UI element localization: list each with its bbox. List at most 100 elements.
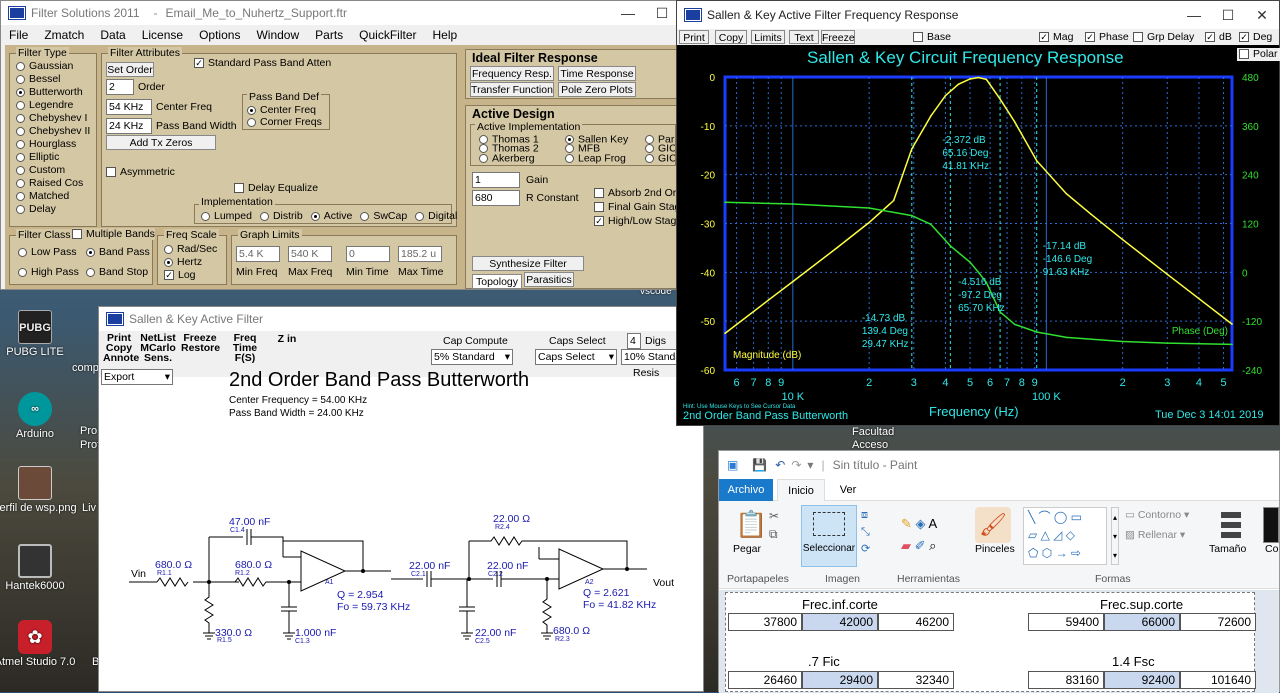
text-button[interactable]: Text	[789, 30, 819, 44]
mag-checkbox[interactable]: ✓ Mag	[1039, 31, 1073, 44]
phase-checkbox[interactable]: ✓ Phase	[1085, 31, 1129, 44]
synthesize-filter-button[interactable]: Synthesize Filter	[472, 256, 584, 271]
akerberg-radio[interactable]: Akerberg	[479, 153, 539, 163]
grp-delay-checkbox[interactable]: Grp Delay	[1133, 31, 1194, 44]
frequency-resp-button[interactable]: Frequency Resp.	[470, 66, 554, 81]
high-low-checkbox[interactable]: ✓ High/Low Stag	[594, 214, 676, 228]
set-order-button[interactable]: Set Order	[106, 62, 154, 77]
filter-type-option[interactable]: Legendre	[16, 99, 96, 112]
freeze-button[interactable]: Freeze	[821, 30, 855, 44]
radio-button[interactable]	[16, 139, 25, 149]
radio-button[interactable]	[360, 211, 370, 221]
radio-button[interactable]	[16, 87, 25, 97]
desktop-icon-atmel[interactable]: ✿ Atmel Studio 7.0	[0, 620, 78, 668]
rad-sec-radio[interactable]: Rad/Sec	[164, 243, 217, 256]
r-constant-field[interactable]: 680	[472, 190, 520, 206]
pinceles-button[interactable]: Pinceles	[975, 543, 1015, 556]
desktop-icon-arduino[interactable]: ∞ Arduino	[0, 392, 78, 440]
radio-button[interactable]	[415, 211, 425, 221]
radio-button[interactable]	[201, 211, 210, 221]
pencil-icon[interactable]: ✎	[901, 516, 912, 531]
rellenar-button[interactable]: ▨ Rellenar ▾	[1125, 529, 1185, 542]
base-checkbox[interactable]: Base	[913, 31, 951, 44]
checkbox-checked[interactable]: ✓	[1085, 32, 1095, 43]
radio-button[interactable]	[16, 178, 25, 188]
color-picker-icon[interactable]: ✐	[915, 538, 926, 553]
filter-type-option[interactable]: Elliptic	[16, 151, 96, 164]
band-stop-radio[interactable]: Band Stop	[86, 266, 148, 279]
checkbox-checked[interactable]: ✓	[594, 216, 604, 227]
menu-zmatch[interactable]: Zmatch	[36, 28, 92, 42]
menu-options[interactable]: Options	[191, 28, 248, 42]
eraser-icon[interactable]: ▰	[901, 538, 911, 553]
radio-button[interactable]	[16, 61, 25, 71]
chevron-down-icon[interactable]: ▾	[807, 458, 813, 472]
desktop-icon-perfil[interactable]: perfil de wsp.png	[0, 466, 78, 514]
limits-button[interactable]: Limits	[751, 30, 785, 44]
implementation-option[interactable]: Active	[310, 210, 352, 223]
magnifier-icon[interactable]: ⌕	[929, 538, 936, 553]
checkbox-checked[interactable]: ✓	[1039, 32, 1049, 43]
radio-button[interactable]	[16, 204, 25, 214]
checkbox-checked[interactable]: ✓	[1205, 32, 1215, 43]
close-icon[interactable]: ✕	[1245, 7, 1279, 24]
filter-type-option[interactable]: Chebyshev II	[16, 125, 96, 138]
min-time-field[interactable]: 0	[346, 246, 390, 262]
radio-unselected[interactable]	[247, 117, 256, 127]
radio-unselected[interactable]	[565, 153, 574, 163]
radio-unselected[interactable]	[18, 267, 27, 277]
topology-tab[interactable]: Topology	[472, 274, 522, 289]
color1-swatch[interactable]	[1263, 507, 1279, 543]
brush-icon[interactable]: 🖌	[975, 507, 1011, 543]
menu-file[interactable]: File	[1, 28, 36, 42]
shapes-gallery[interactable]: ╲ ⌒ ◯ ▭ ▱ △ ◿ ◇ ⬠ ⬡ → ⇨	[1023, 507, 1107, 565]
text-icon[interactable]: A	[928, 516, 937, 531]
db-checkbox[interactable]: ✓ dB	[1205, 31, 1232, 44]
radio-button[interactable]	[16, 113, 25, 123]
radio-button[interactable]	[16, 191, 25, 201]
max-time-field[interactable]: 185.2 u	[398, 246, 442, 262]
order-field[interactable]: 2	[106, 79, 134, 95]
radio-unselected[interactable]	[645, 144, 654, 154]
menu-window[interactable]: Window	[248, 28, 307, 42]
implementation-option[interactable]: Distrib	[259, 210, 303, 223]
menu-quickfilter[interactable]: QuickFilter	[351, 28, 424, 42]
maximize-icon[interactable]: ☐	[1211, 7, 1245, 24]
max-freq-field[interactable]: 540 K	[288, 246, 332, 262]
radio-unselected[interactable]	[18, 247, 27, 257]
pass-band-width-field[interactable]: 24 KHz	[106, 118, 152, 134]
minimize-icon[interactable]: —	[1177, 7, 1211, 23]
resize-icon[interactable]: ⤡	[861, 524, 870, 541]
filter-type-option[interactable]: Butterworth	[16, 86, 96, 99]
paint-canvas[interactable]: Frec.inf.corte Frec.sup.corte 37800 4200…	[725, 592, 1256, 692]
radio-unselected[interactable]	[479, 153, 488, 163]
gain-field[interactable]: 1	[472, 172, 520, 188]
leap-frog-radio[interactable]: Leap Frog	[565, 153, 628, 163]
undo-icon[interactable]: ↶	[775, 458, 785, 472]
save-icon[interactable]: 💾	[752, 458, 767, 472]
radio-button[interactable]	[310, 211, 320, 221]
redo-icon[interactable]: ↷	[791, 458, 801, 472]
copy-button[interactable]: Copy	[715, 30, 747, 44]
high-pass-radio[interactable]: High Pass	[18, 266, 79, 279]
corner-freqs-radio[interactable]: Corner Freqs	[247, 116, 322, 129]
checkbox-checked[interactable]: ✓	[164, 270, 174, 281]
radio-selected[interactable]	[247, 105, 256, 115]
checkbox-unchecked[interactable]	[234, 183, 244, 194]
shapes-scroll[interactable]: ▴ ▾ ▾	[1111, 507, 1119, 565]
copy-icon[interactable]: ⧉	[769, 525, 779, 543]
filter-type-option[interactable]: Chebyshev I	[16, 112, 96, 125]
radio-button[interactable]	[259, 211, 269, 221]
filter-type-option[interactable]: Gaussian	[16, 60, 96, 73]
maximize-icon[interactable]: ☐	[645, 5, 679, 22]
radio-button[interactable]	[16, 126, 25, 136]
tamano-button[interactable]: Tamaño	[1209, 543, 1246, 556]
seleccionar-button[interactable]: Seleccionar	[801, 505, 857, 567]
menu-help[interactable]: Help	[425, 28, 466, 42]
cut-icon[interactable]: ✂	[769, 507, 779, 525]
radio-unselected[interactable]	[86, 267, 95, 277]
desktop-icon-pubg[interactable]: PUBG PUBG LITE	[0, 310, 78, 358]
radio-unselected[interactable]	[565, 144, 574, 154]
tab-archivo[interactable]: Archivo	[719, 479, 773, 501]
center-freq-field[interactable]: 54 KHz	[106, 99, 152, 115]
